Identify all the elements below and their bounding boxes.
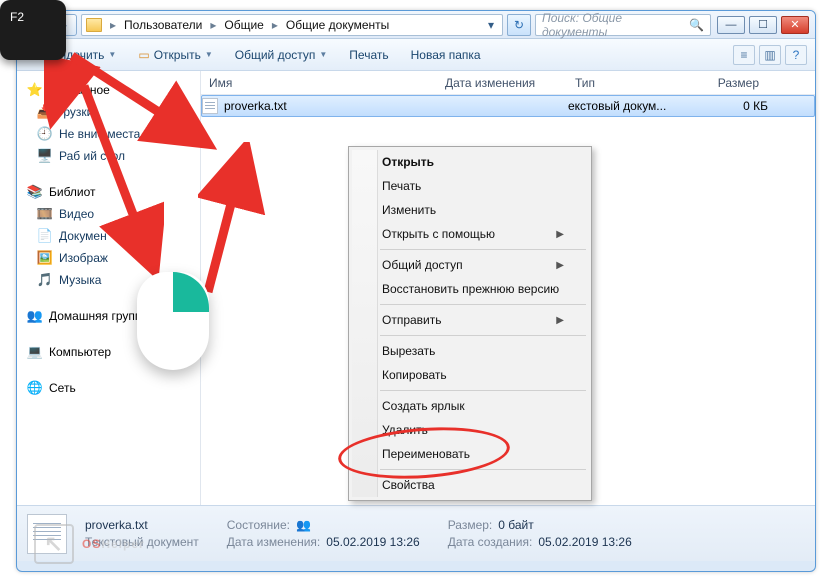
status-cdate-label: Дата создания: [448, 535, 533, 549]
ctx-shortcut[interactable]: Создать ярлык [352, 394, 588, 418]
submenu-arrow-icon: ▶ [556, 229, 564, 240]
ctx-open[interactable]: Открыть [352, 150, 588, 174]
status-mdate-label: Дата изменения: [227, 535, 321, 549]
search-placeholder: Поиск: Общие документы [542, 11, 689, 39]
address-bar[interactable]: ▸ Пользователи ▸ Общие ▸ Общие документы… [81, 14, 503, 36]
status-size: 0 байт [498, 518, 533, 532]
status-size-label: Размер: [448, 518, 493, 532]
submenu-arrow-icon: ▶ [556, 260, 564, 271]
ctx-share[interactable]: Общий доступ▶ [352, 253, 588, 277]
shared-icon: 👥 [296, 518, 311, 532]
star-icon: ⭐ [27, 82, 43, 98]
ctx-sendto[interactable]: Отправить▶ [352, 308, 588, 332]
col-date[interactable]: Дата изменения [437, 76, 567, 90]
minimize-button[interactable]: — [717, 16, 745, 34]
chevron-right-icon: ▸ [106, 18, 120, 32]
ctx-openwith[interactable]: Открыть с помощью▶ [352, 222, 588, 246]
watermark: ↖ OSHelper [34, 524, 145, 564]
breadcrumb[interactable]: Общие документы [286, 18, 389, 32]
search-input[interactable]: Поиск: Общие документы 🔍 [535, 14, 711, 36]
computer-icon: 💻 [27, 344, 43, 360]
cursor-icon: ↖ [34, 524, 74, 564]
sidebar-network[interactable]: 🌐Сеть [21, 377, 196, 399]
col-type[interactable]: Тип [567, 76, 697, 90]
column-headers: Имя Дата изменения Тип Размер [201, 71, 815, 95]
maximize-button[interactable]: ☐ [749, 16, 777, 34]
print-button[interactable]: Печать [341, 45, 396, 65]
submenu-arrow-icon: ▶ [556, 315, 564, 326]
close-button[interactable]: ✕ [781, 16, 809, 34]
search-icon: 🔍 [689, 18, 704, 32]
col-size[interactable]: Размер [697, 76, 767, 90]
ctx-edit[interactable]: Изменить [352, 198, 588, 222]
titlebar: ◄ ▸ ▸ Пользователи ▸ Общие ▸ Общие докум… [17, 11, 815, 39]
menu-separator [380, 390, 586, 391]
library-icon: 📚 [27, 184, 43, 200]
ctx-cut[interactable]: Вырезать [352, 339, 588, 363]
folder-icon [86, 18, 102, 32]
f2-key-overlay: F2 [0, 0, 66, 60]
file-row-selected[interactable]: proverka.txt екстовый докум... 0 КБ [201, 95, 815, 117]
annotation-arrow [198, 142, 278, 302]
status-mdate: 05.02.2019 13:26 [326, 535, 419, 549]
menu-separator [380, 249, 586, 250]
address-dropdown[interactable]: ▾ [484, 18, 498, 32]
breadcrumb[interactable]: Общие [224, 18, 263, 32]
network-icon: 🌐 [27, 380, 43, 396]
ctx-restore[interactable]: Восстановить прежнюю версию [352, 277, 588, 301]
status-state-label: Состояние: [227, 518, 290, 532]
file-size: 0 КБ [698, 99, 768, 113]
menu-separator [380, 304, 586, 305]
homegroup-icon: 👥 [27, 308, 43, 324]
status-cdate: 05.02.2019 13:26 [538, 535, 631, 549]
ctx-copy[interactable]: Копировать [352, 363, 588, 387]
ctx-print[interactable]: Печать [352, 174, 588, 198]
chevron-right-icon: ▸ [268, 18, 282, 32]
breadcrumb[interactable]: Пользователи [124, 18, 202, 32]
view-options-button[interactable]: ≡ [733, 45, 755, 65]
file-type: екстовый докум... [568, 99, 698, 113]
new-folder-button[interactable]: Новая папка [403, 45, 489, 65]
menu-separator [380, 335, 586, 336]
chevron-right-icon: ▸ [206, 18, 220, 32]
window-controls: — ☐ ✕ [717, 16, 809, 34]
view-controls: ≡ ▥ ? [733, 45, 807, 65]
mouse-rightclick-illustration [137, 272, 209, 370]
refresh-button[interactable]: ↻ [507, 14, 531, 36]
help-button[interactable]: ? [785, 45, 807, 65]
preview-pane-button[interactable]: ▥ [759, 45, 781, 65]
